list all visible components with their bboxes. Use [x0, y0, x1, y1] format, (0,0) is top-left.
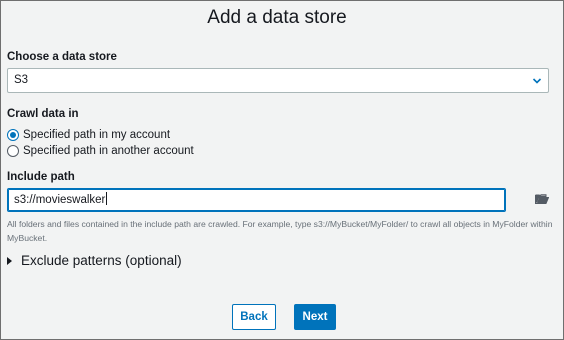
- include-path-value: s3://movieswalker: [14, 194, 106, 206]
- back-button[interactable]: Back: [232, 304, 276, 330]
- radio-label: Specified path in my account: [23, 129, 171, 141]
- data-store-selected-value: S3: [14, 74, 29, 86]
- caret-right-icon: [7, 256, 12, 265]
- next-button[interactable]: Next: [294, 304, 336, 330]
- radio-button-checked[interactable]: [7, 129, 19, 141]
- radio-option-another-account[interactable]: Specified path in another account: [7, 144, 194, 158]
- include-path-input[interactable]: s3://movieswalker: [7, 188, 506, 212]
- folder-open-icon[interactable]: [535, 193, 549, 205]
- exclude-patterns-label: Exclude patterns (optional): [21, 253, 182, 268]
- crawl-data-label: Crawl data in: [7, 108, 79, 120]
- data-store-label: Choose a data store: [7, 51, 117, 63]
- include-path-help-text: All folders and files contained in the i…: [7, 219, 553, 243]
- text-caret: [106, 192, 108, 205]
- data-store-select[interactable]: S3: [7, 68, 549, 93]
- exclude-patterns-toggle[interactable]: Exclude patterns (optional): [7, 253, 182, 268]
- radio-option-my-account[interactable]: Specified path in my account: [7, 128, 170, 142]
- include-path-label: Include path: [7, 171, 75, 183]
- chevron-down-icon: [532, 78, 542, 84]
- add-data-store-panel: Add a data store Choose a data store S3 …: [0, 0, 564, 340]
- radio-label: Specified path in another account: [23, 145, 194, 157]
- page-title: Add a data store: [207, 7, 347, 28]
- radio-button[interactable]: [7, 145, 19, 157]
